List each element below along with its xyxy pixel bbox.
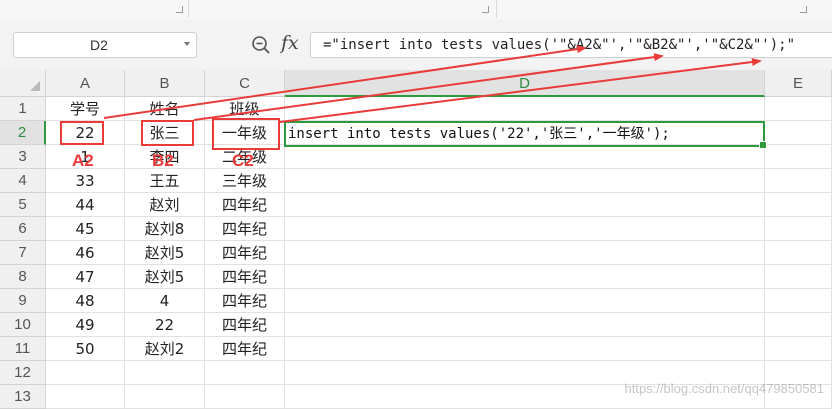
cell-d8[interactable] xyxy=(285,265,765,289)
fx-icon[interactable]: fx xyxy=(281,32,299,54)
cell-e2[interactable] xyxy=(765,121,832,145)
group-expand-icon[interactable] xyxy=(482,6,489,13)
cell-e4[interactable] xyxy=(765,169,832,193)
cell-c4[interactable]: 三年级 xyxy=(205,169,285,193)
formula-text: ="insert into tests values('"&A2&"','"&B… xyxy=(323,37,796,53)
row-header-7[interactable]: 7 xyxy=(0,241,46,265)
annotation-b2: B2 xyxy=(152,151,174,170)
cell-c8[interactable]: 四年纪 xyxy=(205,265,285,289)
column-header-e[interactable]: E xyxy=(765,70,832,97)
cell-b13[interactable] xyxy=(125,385,205,409)
column-header-b[interactable]: B xyxy=(125,70,205,97)
cell-d3[interactable] xyxy=(285,145,765,169)
cell-a1[interactable]: 学号 xyxy=(46,97,125,121)
cell-d11[interactable] xyxy=(285,337,765,361)
cell-b6[interactable]: 赵刘8 xyxy=(125,217,205,241)
cell-c11[interactable]: 四年纪 xyxy=(205,337,285,361)
cell-b11[interactable]: 赵刘2 xyxy=(125,337,205,361)
name-box-value: D2 xyxy=(90,37,108,53)
row-header-8[interactable]: 8 xyxy=(0,265,46,289)
row-header-3[interactable]: 3 xyxy=(0,145,46,169)
group-expand-icon[interactable] xyxy=(800,6,807,13)
ribbon-strip xyxy=(0,0,832,21)
group-expand-icon[interactable] xyxy=(176,6,183,13)
cell-b7[interactable]: 赵刘5 xyxy=(125,241,205,265)
cell-b4[interactable]: 王五 xyxy=(125,169,205,193)
highlight-b2 xyxy=(141,120,194,146)
cell-e5[interactable] xyxy=(765,193,832,217)
row-header-12[interactable]: 12 xyxy=(0,361,46,385)
cell-a9[interactable]: 48 xyxy=(46,289,125,313)
column-header-c[interactable]: C xyxy=(205,70,285,97)
annotation-a2: A2 xyxy=(72,151,94,170)
cell-a8[interactable]: 47 xyxy=(46,265,125,289)
cell-d1[interactable] xyxy=(285,97,765,121)
cell-e1[interactable] xyxy=(765,97,832,121)
column-header-a[interactable]: A xyxy=(46,70,125,97)
formula-input[interactable]: ="insert into tests values('"&A2&"','"&B… xyxy=(310,32,832,58)
row-header-1[interactable]: 1 xyxy=(0,97,46,121)
cell-a4[interactable]: 33 xyxy=(46,169,125,193)
cell-b1[interactable]: 姓名 xyxy=(125,97,205,121)
cell-a12[interactable] xyxy=(46,361,125,385)
cell-e6[interactable] xyxy=(765,217,832,241)
cell-a5[interactable]: 44 xyxy=(46,193,125,217)
row-header-11[interactable]: 11 xyxy=(0,337,46,361)
cell-a13[interactable] xyxy=(46,385,125,409)
cell-b5[interactable]: 赵刘 xyxy=(125,193,205,217)
cell-e8[interactable] xyxy=(765,265,832,289)
highlight-a2 xyxy=(60,121,104,145)
fill-handle[interactable] xyxy=(759,141,767,149)
select-all-corner[interactable] xyxy=(0,70,46,97)
cell-b12[interactable] xyxy=(125,361,205,385)
cell-d9[interactable] xyxy=(285,289,765,313)
row-header-6[interactable]: 6 xyxy=(0,217,46,241)
cell-e3[interactable] xyxy=(765,145,832,169)
row-header-5[interactable]: 5 xyxy=(0,193,46,217)
cell-b10[interactable]: 22 xyxy=(125,313,205,337)
cell-d6[interactable] xyxy=(285,217,765,241)
cell-d7[interactable] xyxy=(285,241,765,265)
watermark: https://blog.csdn.net/qq479850581 xyxy=(624,381,825,396)
cell-b9[interactable]: 4 xyxy=(125,289,205,313)
cell-e11[interactable] xyxy=(765,337,832,361)
cell-e7[interactable] xyxy=(765,241,832,265)
name-box[interactable]: D2 xyxy=(13,32,197,58)
annotation-c2: C2 xyxy=(232,151,254,170)
cell-e9[interactable] xyxy=(765,289,832,313)
cell-c13[interactable] xyxy=(205,385,285,409)
ribbon-separator xyxy=(188,0,189,18)
zoom-icon[interactable] xyxy=(251,35,271,55)
cell-e10[interactable] xyxy=(765,313,832,337)
selected-cell-d2[interactable] xyxy=(284,121,767,149)
cell-c5[interactable]: 四年纪 xyxy=(205,193,285,217)
ribbon-separator xyxy=(496,0,497,18)
cell-c9[interactable]: 四年纪 xyxy=(205,289,285,313)
cell-a11[interactable]: 50 xyxy=(46,337,125,361)
cell-a10[interactable]: 49 xyxy=(46,313,125,337)
cell-d10[interactable] xyxy=(285,313,765,337)
cell-a6[interactable]: 45 xyxy=(46,217,125,241)
cell-d5[interactable] xyxy=(285,193,765,217)
formula-bar-area: D2 fx ="insert into tests values('"&A2&"… xyxy=(0,20,832,70)
cell-d4[interactable] xyxy=(285,169,765,193)
row-header-10[interactable]: 10 xyxy=(0,313,46,337)
row-header-9[interactable]: 9 xyxy=(0,289,46,313)
cell-c7[interactable]: 四年纪 xyxy=(205,241,285,265)
cell-c6[interactable]: 四年纪 xyxy=(205,217,285,241)
cell-b8[interactable]: 赵刘5 xyxy=(125,265,205,289)
cell-c10[interactable]: 四年纪 xyxy=(205,313,285,337)
cell-a7[interactable]: 46 xyxy=(46,241,125,265)
row-header-4[interactable]: 4 xyxy=(0,169,46,193)
column-header-d[interactable]: D xyxy=(285,70,765,97)
highlight-c2 xyxy=(212,118,280,150)
row-header-13[interactable]: 13 xyxy=(0,385,46,409)
cell-c12[interactable] xyxy=(205,361,285,385)
chevron-down-icon[interactable] xyxy=(184,42,190,46)
row-header-2[interactable]: 2 xyxy=(0,121,46,145)
